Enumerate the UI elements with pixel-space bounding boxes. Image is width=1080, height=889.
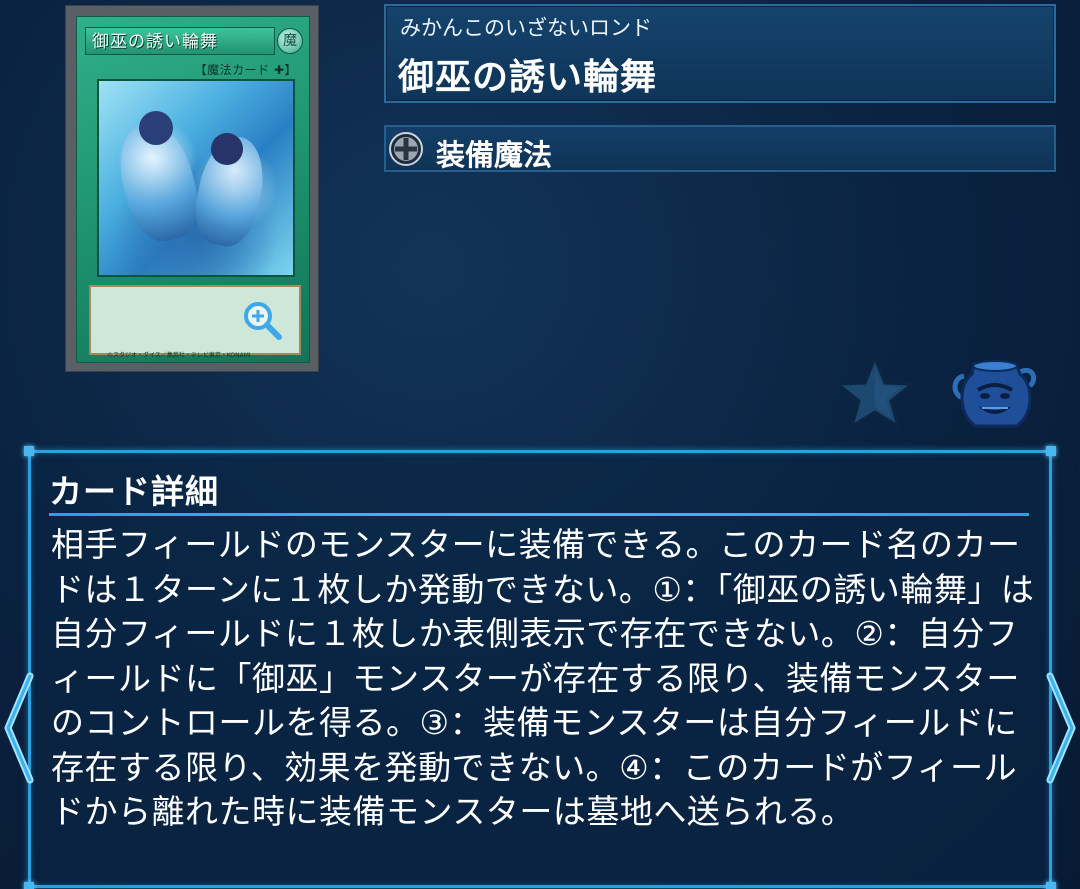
panel-corner — [1046, 446, 1056, 456]
card-image[interactable]: 御巫の誘い輪舞 魔 【魔法カード ✚】 ©スタジオ・ダイス／集英社・テレビ東京・… — [66, 6, 318, 371]
card-art-type-line: 【魔法カード ✚】 — [194, 63, 297, 77]
card-artwork — [97, 79, 295, 277]
panel-corner — [24, 446, 34, 456]
card-type-panel: 装備魔法 — [384, 125, 1056, 172]
card-effect-text: 相手フィールドのモンスターに装備できる。このカード名のカードは１ターンに１枚しか… — [51, 525, 1035, 831]
card-type-label: 装備魔法 — [436, 138, 553, 172]
card-detail-screen: 御巫の誘い輪舞 魔 【魔法カード ✚】 ©スタジオ・ダイス／集英社・テレビ東京・… — [0, 0, 1080, 889]
detail-title: カード詳細 — [49, 472, 219, 511]
card-name: 御巫の誘い輪舞 — [398, 57, 658, 98]
card-copyright: ©スタジオ・ダイス／集英社・テレビ東京・KONAMI — [107, 352, 251, 359]
card-name-panel: みかんこのいざないロンド 御巫の誘い輪舞 — [384, 4, 1056, 103]
detail-divider — [49, 513, 1029, 516]
chevron-left-icon[interactable] — [0, 672, 40, 784]
card-name-ruby: みかんこのいざないロンド — [400, 16, 652, 40]
panel-corner — [1046, 882, 1056, 889]
spell-attribute-icon: 魔 — [277, 28, 303, 54]
chevron-right-icon[interactable] — [1040, 672, 1080, 784]
panel-corner — [24, 882, 34, 889]
card-art-title: 御巫の誘い輪舞 — [85, 27, 275, 55]
zoom-in-icon[interactable] — [241, 299, 283, 341]
card-text-box — [89, 285, 301, 355]
card-frame: 御巫の誘い輪舞 魔 【魔法カード ✚】 ©スタジオ・ダイス／集英社・テレビ東京・… — [76, 16, 310, 363]
equip-spell-icon — [389, 132, 423, 166]
star-icon[interactable] — [836, 355, 914, 429]
pot-of-greed-icon[interactable] — [950, 356, 1040, 432]
card-detail-panel[interactable]: カード詳細 相手フィールドのモンスターに装備できる。このカード名のカードは１ター… — [24, 446, 1056, 889]
